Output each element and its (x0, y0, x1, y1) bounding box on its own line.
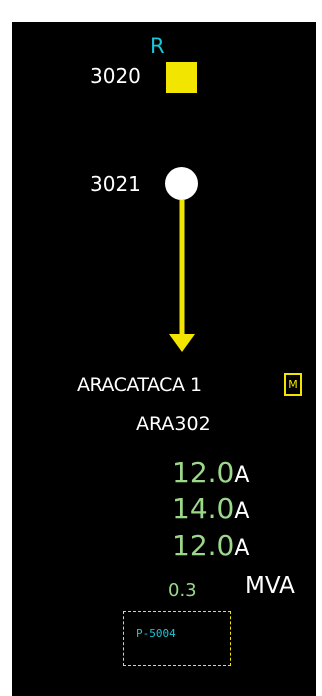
mode-indicator-label: M (288, 378, 298, 391)
feeder-arrow[interactable] (165, 200, 199, 356)
feeder-name: ARACATACA 1 (77, 374, 202, 396)
screen: R 3020 3021 ARACATACA 1 M ARA302 12.0A 1… (0, 0, 322, 696)
node-circle-icon[interactable] (165, 167, 198, 200)
mode-indicator-button[interactable]: M (284, 373, 302, 396)
feeder-code: ARA302 (136, 413, 211, 435)
current-unit: A (234, 499, 250, 524)
current-reading-1: 12.0A (172, 459, 249, 487)
tag-box[interactable]: P-5004 (123, 611, 231, 666)
bus-id-label: 3020 (90, 64, 141, 88)
current-reading-3: 12.0A (172, 532, 249, 560)
power-value: 0.3 (168, 580, 197, 601)
current-unit: A (234, 463, 250, 488)
current-reading-2: 14.0A (172, 495, 249, 523)
power-unit: MVA (245, 573, 295, 599)
tag-label: P-5004 (136, 627, 176, 640)
current-unit: A (234, 536, 250, 561)
bus-square-icon[interactable] (166, 62, 197, 93)
arrow-head-icon (169, 334, 195, 352)
bus-marker-label: R (150, 34, 165, 58)
current-value: 14.0 (172, 492, 235, 525)
current-value: 12.0 (172, 529, 235, 562)
node-id-label: 3021 (90, 172, 141, 196)
current-value: 12.0 (172, 456, 235, 489)
